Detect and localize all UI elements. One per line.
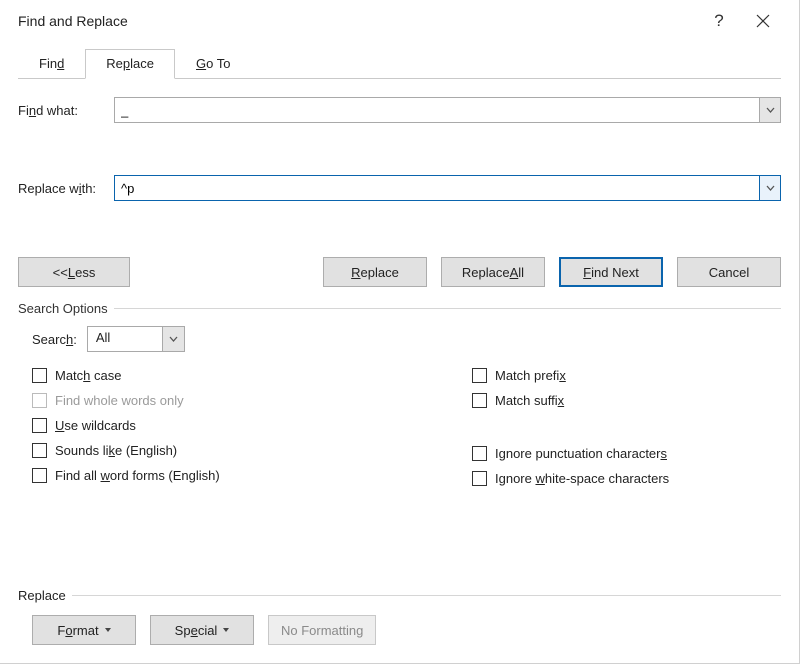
chevron-down-icon xyxy=(169,336,178,342)
cancel-button[interactable]: Cancel xyxy=(677,257,781,287)
main-button-row: << Less Replace Replace All Find Next Ca… xyxy=(18,257,781,287)
tab-find[interactable]: Find xyxy=(18,49,85,79)
special-button[interactable]: Special xyxy=(150,615,254,645)
checkbox-label: Match case xyxy=(55,368,121,383)
search-options-block: Search: All Match case Find wh xyxy=(32,326,781,486)
find-what-row: Find what: xyxy=(18,97,781,123)
ignore-whitespace-checkbox[interactable]: Ignore white-space characters xyxy=(472,471,669,486)
checkbox-label: Use wildcards xyxy=(55,418,136,433)
search-direction-dropdown[interactable] xyxy=(162,327,184,351)
checkbox-columns: Match case Find whole words only Use wil… xyxy=(32,358,781,486)
chevron-down-icon xyxy=(766,185,775,191)
checkbox-box xyxy=(472,446,487,461)
find-next-button[interactable]: Find Next xyxy=(559,257,663,287)
checkbox-label: Match suffix xyxy=(495,393,564,408)
titlebar: Find and Replace ? xyxy=(0,0,799,42)
divider xyxy=(114,308,781,309)
search-direction-select[interactable]: All xyxy=(87,326,185,352)
replace-all-button[interactable]: Replace All xyxy=(441,257,545,287)
replace-footer-section: Replace Format Special No Formatting xyxy=(18,588,781,645)
use-wildcards-checkbox[interactable]: Use wildcards xyxy=(32,418,432,433)
tabstrip: Find Replace Go To xyxy=(18,48,781,79)
replace-with-dropdown[interactable] xyxy=(759,175,781,201)
search-direction-label: Search: xyxy=(32,332,77,347)
close-icon xyxy=(756,14,770,28)
search-options-title: Search Options xyxy=(18,301,781,316)
format-button[interactable]: Format xyxy=(32,615,136,645)
find-what-label: Find what: xyxy=(18,103,114,118)
replace-with-combo xyxy=(114,175,781,201)
chevron-down-icon xyxy=(105,628,111,632)
tab-replace[interactable]: Replace xyxy=(85,49,175,79)
checkbox-box xyxy=(472,368,487,383)
replace-footer-title: Replace xyxy=(18,588,781,603)
checkbox-column-right: Match prefix Match suffix Ignore punctua… xyxy=(472,368,669,486)
all-word-forms-checkbox[interactable]: Find all word forms (English) xyxy=(32,468,432,483)
window-title: Find and Replace xyxy=(18,13,697,29)
less-button[interactable]: << Less xyxy=(18,257,130,287)
checkbox-label: Find all word forms (English) xyxy=(55,468,220,483)
search-options-label: Search Options xyxy=(18,301,108,316)
match-prefix-checkbox[interactable]: Match prefix xyxy=(472,368,669,383)
checkbox-box xyxy=(32,468,47,483)
checkbox-label: Find whole words only xyxy=(55,393,184,408)
search-direction-value: All xyxy=(88,327,162,351)
chevron-down-icon xyxy=(223,628,229,632)
replace-with-input[interactable] xyxy=(114,175,759,201)
find-what-dropdown[interactable] xyxy=(759,97,781,123)
replace-footer-buttons: Format Special No Formatting xyxy=(18,615,781,645)
tab-goto[interactable]: Go To xyxy=(175,49,251,79)
no-formatting-button: No Formatting xyxy=(268,615,376,645)
replace-button[interactable]: Replace xyxy=(323,257,427,287)
checkbox-label: Match prefix xyxy=(495,368,566,383)
find-replace-dialog: Find and Replace ? Find Replace Go To Fi… xyxy=(0,0,800,664)
help-button[interactable]: ? xyxy=(697,0,741,42)
ignore-punctuation-checkbox[interactable]: Ignore punctuation characters xyxy=(472,446,669,461)
whole-words-checkbox: Find whole words only xyxy=(32,393,432,408)
checkbox-box xyxy=(32,393,47,408)
chevron-down-icon xyxy=(766,107,775,113)
find-what-combo xyxy=(114,97,781,123)
find-what-input[interactable] xyxy=(114,97,759,123)
match-suffix-checkbox[interactable]: Match suffix xyxy=(472,393,669,408)
checkbox-box xyxy=(472,471,487,486)
checkbox-box xyxy=(32,368,47,383)
replace-with-label: Replace with: xyxy=(18,181,114,196)
checkbox-label: Ignore punctuation characters xyxy=(495,446,667,461)
checkbox-label: Ignore white-space characters xyxy=(495,471,669,486)
checkbox-box xyxy=(32,418,47,433)
sounds-like-checkbox[interactable]: Sounds like (English) xyxy=(32,443,432,458)
replace-footer-label: Replace xyxy=(18,588,66,603)
search-direction-row: Search: All xyxy=(32,326,781,352)
replace-with-row: Replace with: xyxy=(18,175,781,201)
checkbox-label: Sounds like (English) xyxy=(55,443,177,458)
checkbox-box xyxy=(32,443,47,458)
close-button[interactable] xyxy=(741,0,785,42)
checkbox-box xyxy=(472,393,487,408)
dialog-body: Find Replace Go To Find what: Replace wi… xyxy=(0,48,799,504)
divider xyxy=(72,595,781,596)
checkbox-column-left: Match case Find whole words only Use wil… xyxy=(32,368,432,486)
match-case-checkbox[interactable]: Match case xyxy=(32,368,432,383)
